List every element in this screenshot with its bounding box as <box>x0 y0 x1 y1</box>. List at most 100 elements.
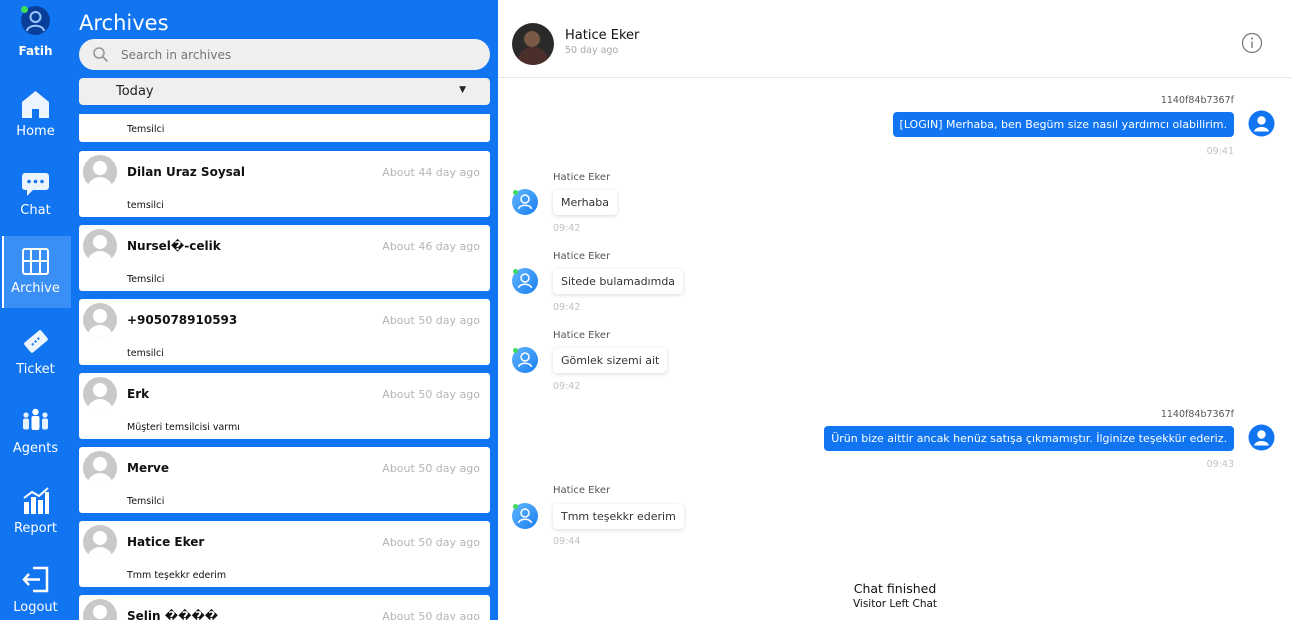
message-time: 09:43 <box>1206 459 1234 470</box>
avatar <box>83 155 117 189</box>
chevron-down-icon: ▼ <box>459 85 466 95</box>
archive-item-time: About 46 day ago <box>382 240 480 253</box>
agent-avatar-icon <box>1248 110 1275 137</box>
nav-label-logout: Logout <box>13 600 58 615</box>
visitor-avatar <box>512 268 538 294</box>
archive-item-name: +905078910593 <box>127 313 238 327</box>
avatar <box>83 377 117 411</box>
archive-list-item[interactable]: Selin ���� About 50 day ago <box>79 595 490 620</box>
avatar <box>83 599 117 620</box>
archive-item-message: Müşteri temsilcisi varmı <box>127 422 240 433</box>
archive-item-message: Temsilci <box>127 496 165 507</box>
visitor-avatar <box>512 503 538 529</box>
visitor-avatar <box>512 347 538 373</box>
archive-item-time: About 50 day ago <box>382 388 480 401</box>
message-sender: Hatice Eker <box>553 485 611 496</box>
user-name: Fatih <box>18 44 53 58</box>
avatar <box>83 451 117 485</box>
info-icon[interactable] <box>1241 32 1263 54</box>
archive-title: Archives <box>79 11 169 35</box>
archive-item-time: About 50 day ago <box>382 536 480 549</box>
agent-avatar-icon <box>1248 424 1275 451</box>
message-bubble-outgoing: [LOGIN] Merhaba, ben Begüm size nasıl ya… <box>892 112 1234 137</box>
archive-item-name: Merve <box>127 461 169 475</box>
chat-finished-title: Chat finished <box>853 581 937 596</box>
message-time: 09:42 <box>553 381 581 392</box>
archive-item-message: Tmm teşekkr ederim <box>127 570 227 581</box>
archive-item-message: Temsilci <box>127 274 165 285</box>
archive-item-message: Temsilci <box>127 124 165 135</box>
nav-item-chat[interactable]: Chat <box>0 158 71 230</box>
chat-area: Hatice Eker 50 day ago 1140f84b7367f [LO… <box>498 0 1292 620</box>
ticket-icon <box>24 330 48 353</box>
archive-list-item[interactable]: Dilan Uraz Soysal About 44 day ago temsi… <box>79 151 490 217</box>
nav-label-report: Report <box>13 521 58 536</box>
message-bubble-incoming: Tmm teşekkr ederim <box>553 504 684 529</box>
agents-icon <box>23 408 48 430</box>
message-bubble-incoming: Sitede bulamadımda <box>553 269 684 294</box>
nav-label-archive: Archive <box>11 281 60 296</box>
avatar <box>83 525 117 559</box>
contact-last-seen: 50 day ago <box>565 45 619 56</box>
nav-label-home: Home <box>16 124 55 139</box>
home-icon <box>22 91 49 118</box>
agent-id: 1140f84b7367f <box>1160 409 1234 420</box>
nav-label-ticket: Ticket <box>16 362 55 377</box>
archive-list-item[interactable]: Nursel�-celik About 46 day ago Temsilci <box>79 225 490 291</box>
archive-list-item[interactable]: +905078910593 About 50 day ago temsilci <box>79 299 490 365</box>
message-time: 09:42 <box>553 223 581 234</box>
message-bubble-incoming: Merhaba <box>553 190 618 215</box>
message-bubble-incoming: Gömlek sizemi ait <box>553 348 668 373</box>
archive-item-time: About 50 day ago <box>382 314 480 327</box>
search-input[interactable] <box>121 45 471 65</box>
nav-label-agents: Agents <box>12 441 59 456</box>
logout-icon <box>22 566 49 593</box>
avatar <box>83 303 117 337</box>
archive-item-name: Selin ���� <box>127 609 219 620</box>
nav-item-logout[interactable]: Logout <box>0 555 71 620</box>
archive-list-item[interactable]: Merve About 50 day ago Temsilci <box>79 447 490 513</box>
contact-avatar <box>512 23 554 65</box>
message-sender: Hatice Eker <box>553 330 611 341</box>
avatar <box>83 229 117 263</box>
archive-item-message: temsilci <box>127 200 164 211</box>
date-filter-select[interactable]: Today ▼ <box>79 78 490 105</box>
message-time: 09:44 <box>553 536 581 547</box>
archive-item-name: Dilan Uraz Soysal <box>127 165 245 179</box>
archive-list-item[interactable]: Temsilci <box>79 114 490 142</box>
message-sender: Hatice Eker <box>553 251 611 262</box>
message-time: 09:42 <box>553 302 581 313</box>
user-avatar <box>21 6 50 35</box>
nav-label-chat: Chat <box>20 203 51 218</box>
archive-icon <box>22 248 49 275</box>
archive-panel: Archives Today ▼ Temsilci Dilan Uraz Soy… <box>71 0 498 620</box>
user-profile[interactable]: Fatih <box>0 0 71 72</box>
nav-item-ticket[interactable]: Ticket <box>0 317 71 389</box>
user-icon <box>517 194 533 210</box>
visitor-avatar <box>512 189 538 215</box>
app-root: Fatih Home Chat Archive Ticket Agents Re… <box>0 0 1292 620</box>
nav-item-report[interactable]: Report <box>0 476 71 548</box>
archive-search[interactable] <box>79 39 490 70</box>
archive-item-time: About 50 day ago <box>382 462 480 475</box>
message-sender: Hatice Eker <box>553 172 611 183</box>
nav-item-home[interactable]: Home <box>0 79 71 151</box>
chat-finished-notice: Chat finished Visitor Left Chat <box>498 581 1292 610</box>
left-nav: Fatih Home Chat Archive Ticket Agents Re… <box>0 0 73 620</box>
online-status-dot <box>21 6 28 13</box>
date-filter-value: Today <box>116 84 154 99</box>
chat-icon <box>22 173 49 196</box>
archive-list-item[interactable]: Erk About 50 day ago Müşteri temsilcisi … <box>79 373 490 439</box>
message-bubble-outgoing: Ürün bize aittir ancak henüz satışa çıkm… <box>824 426 1234 451</box>
nav-item-agents[interactable]: Agents <box>0 396 71 468</box>
archive-item-time: About 44 day ago <box>382 166 480 179</box>
archive-item-name: Nursel�-celik <box>127 239 221 253</box>
user-icon <box>517 352 533 368</box>
user-icon <box>517 508 533 524</box>
message-time: 09:41 <box>1206 146 1234 157</box>
archive-item-name: Erk <box>127 387 150 401</box>
report-icon <box>23 487 49 514</box>
archive-item-name: Hatice Eker <box>127 535 205 549</box>
archive-list-item[interactable]: Hatice Eker About 50 day ago Tmm teşekkr… <box>79 521 490 587</box>
nav-item-archive[interactable]: Archive <box>0 236 73 308</box>
